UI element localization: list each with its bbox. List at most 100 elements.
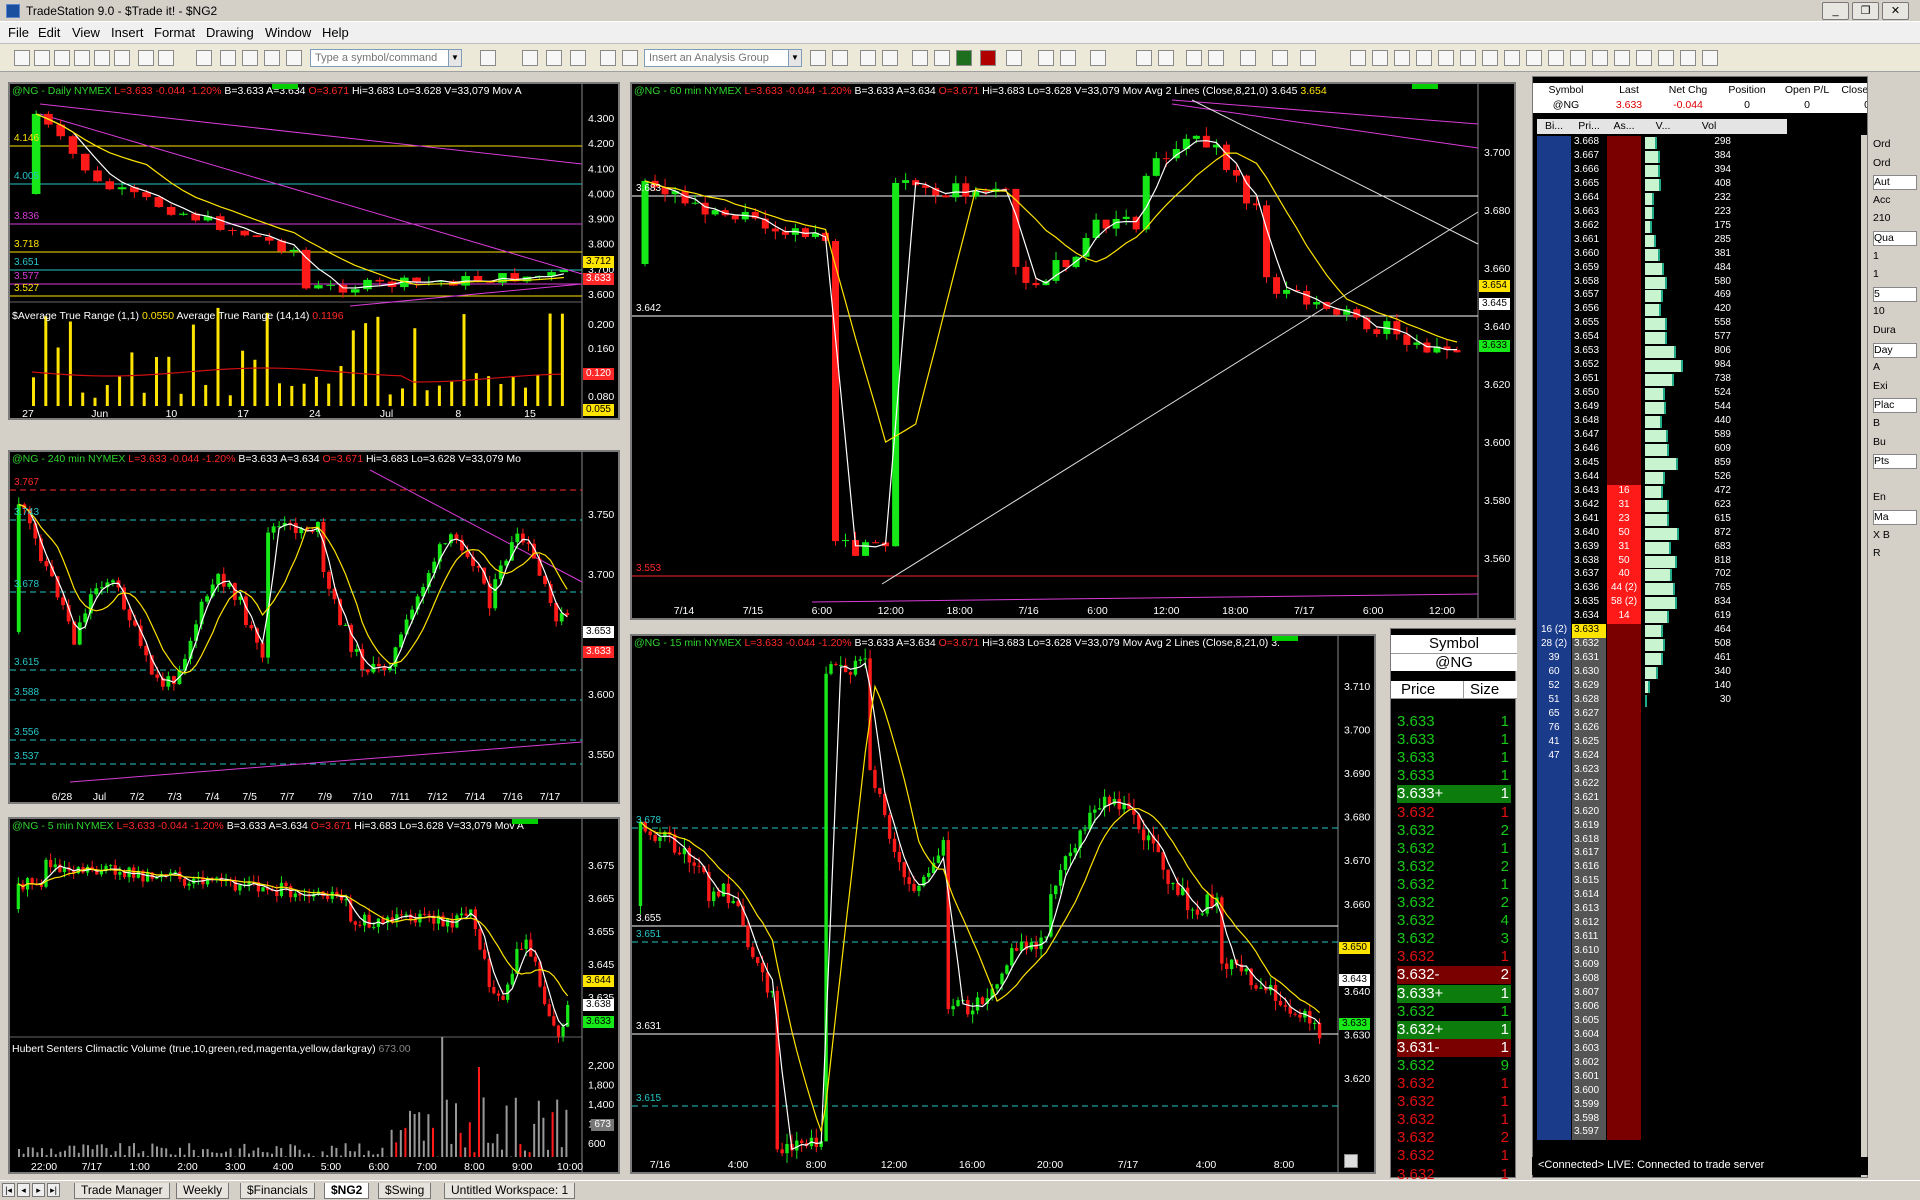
crosshair-icon[interactable] [1208,50,1224,66]
ts-row[interactable]: 3.632 2 [1397,894,1511,912]
chevron-down-icon[interactable]: ▼ [448,49,462,67]
ladder-ask-cell[interactable] [1607,721,1641,736]
ladder-bid-cell[interactable] [1537,303,1571,318]
ladder-price-cell[interactable]: 3.668 [1572,136,1606,150]
ladder-bid-cell[interactable] [1537,498,1571,513]
ladder-ask-cell[interactable]: 14 [1607,610,1641,625]
ladder-price-cell[interactable]: 3.611 [1572,931,1606,946]
ladder-row[interactable]: 3.613 [1537,903,1787,918]
ladder-bid-cell[interactable] [1537,1084,1571,1099]
ladder-row[interactable]: 3.644 526 [1537,470,1787,485]
bar-chart-icon[interactable] [956,50,972,66]
lock-icon[interactable] [242,50,258,66]
ladder-bid-cell[interactable] [1537,1126,1571,1141]
first-tab-icon[interactable]: |◂ [2,1183,15,1197]
ladder-ask-cell[interactable]: 16 [1607,484,1641,499]
ladder-price-cell[interactable]: 3.654 [1572,331,1606,346]
order-panel-field[interactable]: Pts [1873,454,1917,470]
ladder-row[interactable]: 3.652 984 [1537,359,1787,374]
ladder-ask-cell[interactable] [1607,652,1641,667]
ladder-price-cell[interactable]: 3.601 [1572,1070,1606,1085]
ts-row[interactable]: 3.633 1 [1397,713,1511,731]
zoom-out-icon[interactable] [1158,50,1174,66]
ladder-row[interactable]: 3.641 23 615 [1537,512,1787,527]
arrow-down-icon[interactable] [1614,50,1630,66]
ladder-row[interactable]: 3.604 [1537,1028,1787,1043]
ladder-price-cell[interactable]: 3.624 [1572,749,1606,764]
ladder-ask-cell[interactable] [1607,1028,1641,1043]
menu-insert[interactable]: Insert [111,25,144,40]
ladder-row[interactable]: 3.661 285 [1537,233,1787,248]
ladder-volume-cell[interactable]: 544 [1687,401,1731,412]
ladder-volume-cell[interactable]: 589 [1687,429,1731,440]
ladder-ask-cell[interactable] [1607,1014,1641,1029]
extension-icon[interactable] [1482,50,1498,66]
ladder-ask-cell[interactable] [1607,973,1641,987]
ladder-price-cell[interactable]: 3.620 [1572,805,1606,820]
ladder-bid-cell[interactable] [1537,261,1571,276]
menu-drawing[interactable]: Drawing [206,25,254,40]
ladder-volume-cell[interactable]: 408 [1687,178,1731,189]
ladder-volume-cell[interactable]: 818 [1687,555,1731,566]
ladder-row[interactable]: 60 3.630 340 [1537,666,1787,681]
ladder-price-cell[interactable]: 3.643 [1572,484,1606,499]
ladder-volume-cell[interactable]: 440 [1687,415,1731,426]
ladder-volume-cell[interactable]: 577 [1687,331,1731,342]
ladder-price-cell[interactable]: 3.645 [1572,456,1606,471]
ladder-volume-cell[interactable]: 340 [1687,666,1731,677]
ladder-volume-cell[interactable]: 615 [1687,513,1731,524]
ladder-price-cell[interactable]: 3.638 [1572,554,1606,569]
ladder-volume-cell[interactable]: 609 [1687,443,1731,454]
ladder-bid-cell[interactable] [1537,847,1571,862]
ladder-ask-cell[interactable] [1607,401,1641,416]
time-and-sales-window[interactable]: Symbol @NG Price Size 3.633 1 3.633 1 3.633 1… [1390,628,1517,1183]
ladder-ask-cell[interactable] [1607,1098,1641,1113]
ladder-row[interactable]: 3.649 544 [1537,401,1787,416]
ladder-ask-cell[interactable] [1607,1000,1641,1015]
ladder-row[interactable]: 3.605 [1537,1014,1787,1029]
chart-15min[interactable]: @NG - 15 min NYMEX L=3.633 -0.044 -1.20%… [630,634,1376,1174]
ladder-bid-cell[interactable]: 47 [1537,749,1571,764]
ladder-ask-cell[interactable] [1607,149,1641,164]
ladder-row[interactable]: 3.615 [1537,875,1787,890]
ladder-ask-cell[interactable] [1607,1070,1641,1085]
ladder-bid-cell[interactable] [1537,945,1571,960]
ts-row[interactable]: 3.631- 1 [1397,1038,1511,1057]
ladder-ask-cell[interactable] [1607,387,1641,402]
ladder-row[interactable]: 3.636 44 (2) 765 [1537,582,1787,597]
save-icon[interactable] [74,50,90,66]
ladder-row[interactable]: 3.656 420 [1537,303,1787,318]
chart-window-icon[interactable] [522,50,538,66]
ladder-bid-cell[interactable] [1537,805,1571,820]
vertical-lines-icon[interactable] [1372,50,1388,66]
ladder-row[interactable]: 3.639 31 683 [1537,540,1787,555]
ladder-price-cell[interactable]: 3.610 [1572,945,1606,960]
ladder-row[interactable]: 3.654 577 [1537,331,1787,346]
ladder-ask-cell[interactable] [1607,219,1641,234]
ladder-price-cell[interactable]: 3.613 [1572,903,1606,918]
ladder-ask-cell[interactable] [1607,749,1641,764]
order-panel-field[interactable]: Day [1873,342,1917,358]
ladder-volume-cell[interactable]: 394 [1687,164,1731,175]
arc-icon[interactable] [1438,50,1454,66]
ladder-volume-cell[interactable]: 872 [1687,527,1731,538]
ladder-row[interactable]: 3.662 175 [1537,219,1787,234]
ladder-bid-cell[interactable] [1537,387,1571,402]
ladder-row[interactable]: 3.645 859 [1537,456,1787,471]
order-panel-field[interactable]: Ma [1873,510,1917,525]
ladder-row[interactable]: 3.650 524 [1537,387,1787,402]
ladder-ask-cell[interactable] [1607,163,1641,178]
ladder-row[interactable]: 3.620 [1537,805,1787,820]
ladder-price-cell[interactable]: 3.637 [1572,568,1606,583]
menu-file[interactable]: File [8,25,29,40]
ladder-price-cell[interactable]: 3.626 [1572,721,1606,736]
ladder-ask-cell[interactable] [1607,233,1641,248]
prev-tab-icon[interactable]: ◂ [17,1183,30,1197]
ladder-volume-cell[interactable]: 30 [1687,694,1731,705]
ladder-row[interactable]: 3.607 [1537,986,1787,1001]
ladder-price-cell[interactable]: 3.644 [1572,470,1606,485]
ts-row[interactable]: 3.632+ 1 [1397,1020,1511,1039]
ladder-ask-cell[interactable] [1607,861,1641,876]
ladder-ask-cell[interactable]: 50 [1607,526,1641,541]
ladder-price-cell[interactable]: 3.649 [1572,401,1606,416]
